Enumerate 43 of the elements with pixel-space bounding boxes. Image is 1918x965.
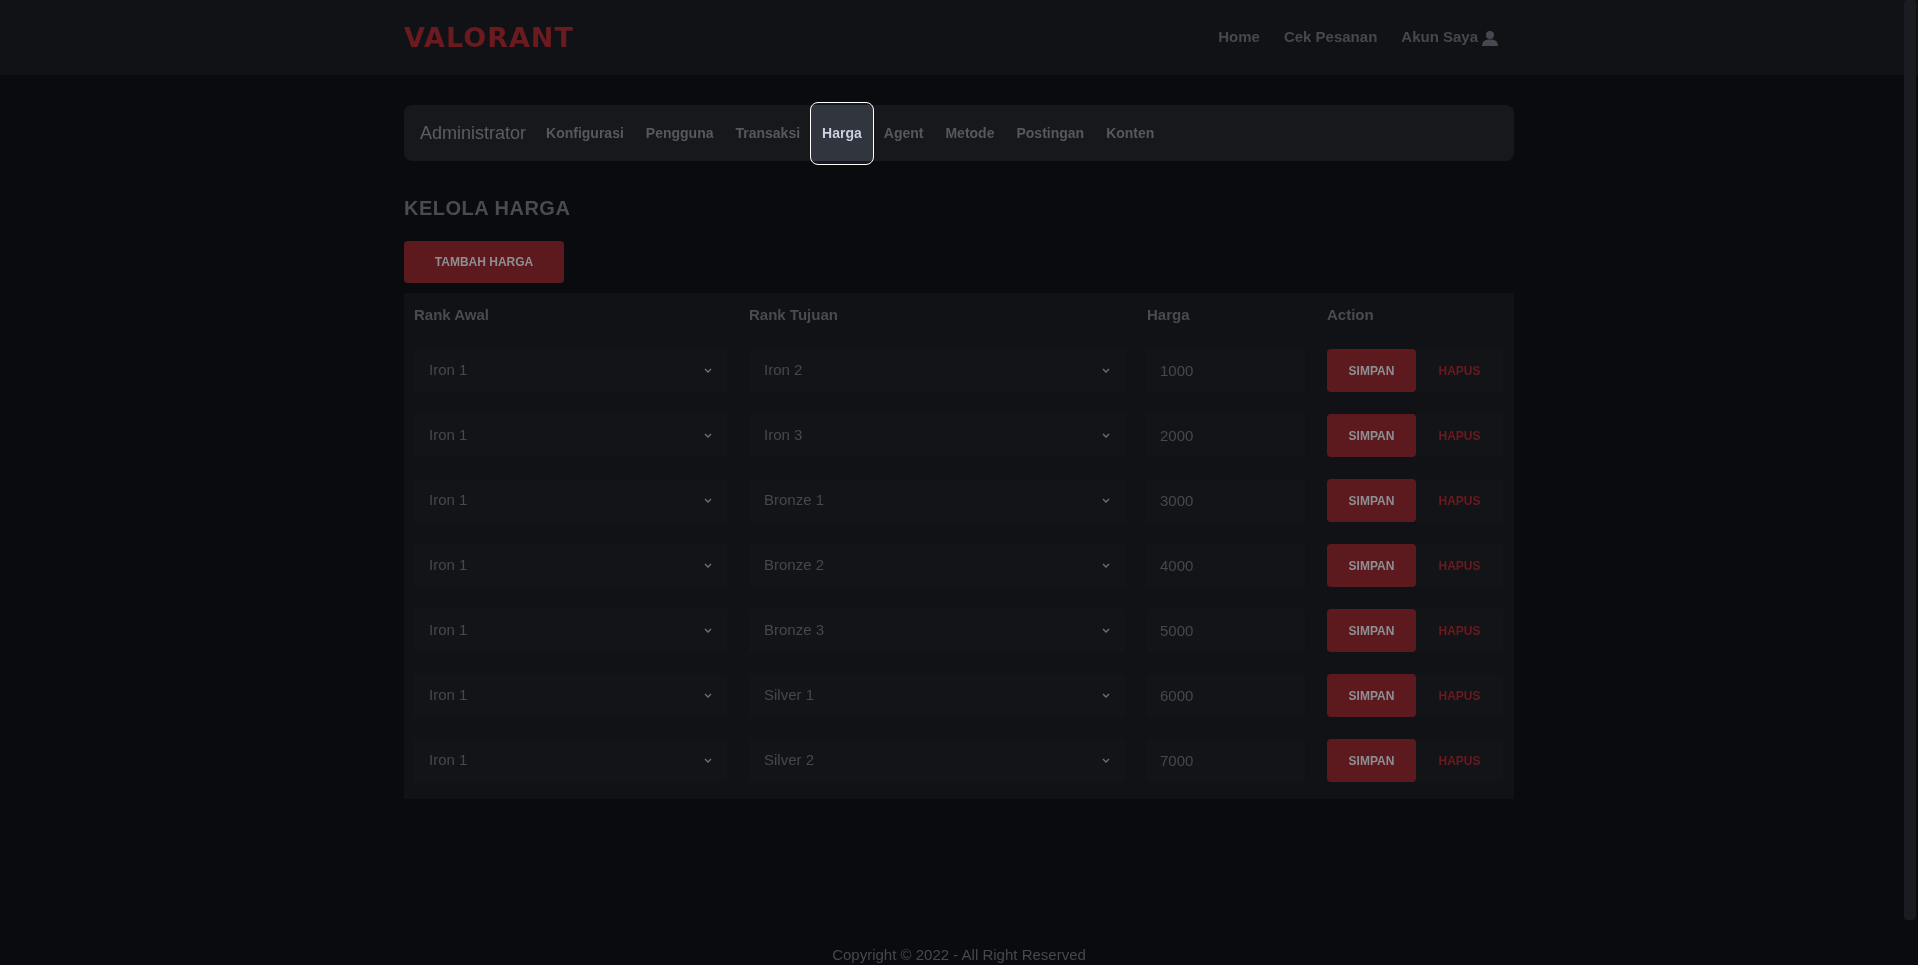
admin-tab[interactable]: Pengguna <box>645 124 714 141</box>
admin-tab[interactable]: Harga <box>822 124 862 141</box>
chevron-down-icon <box>1102 368 1110 373</box>
spotlight-frame <box>810 101 874 165</box>
admin-tab[interactable]: Agent <box>883 124 924 141</box>
nav-link[interactable]: Cek Pesanan <box>1283 26 1378 49</box>
admin-tab[interactable]: Transaksi <box>735 124 801 141</box>
chevron-down-icon <box>704 693 712 698</box>
chevron-down-icon <box>1102 758 1110 763</box>
admin-tab[interactable]: Konten <box>1106 124 1155 141</box>
page-heading: KELOLA HARGA <box>404 196 572 221</box>
copyright-text: Copyright © 2022 - All Right Reserved <box>832 946 1086 964</box>
chevron-down-icon <box>704 628 712 633</box>
save-button[interactable]: SIMPAN <box>1327 609 1416 652</box>
save-button[interactable]: SIMPAN <box>1327 674 1416 717</box>
chevron-down-icon <box>1102 433 1110 438</box>
chevron-down-icon <box>1102 628 1110 633</box>
chevron-down-icon <box>704 758 712 763</box>
admin-tab[interactable]: Postingan <box>1016 124 1085 141</box>
admin-title: Administrator <box>420 121 527 145</box>
nav-link[interactable]: Akun Saya <box>1401 26 1498 49</box>
admin-tab[interactable]: Konfigurasi <box>546 124 624 141</box>
column-header: Harga <box>1147 305 1191 326</box>
column-header: Rank Awal <box>414 305 491 326</box>
chevron-down-icon <box>704 498 712 503</box>
chevron-down-icon <box>704 433 712 438</box>
chevron-down-icon <box>1102 693 1110 698</box>
user-icon <box>1482 29 1498 46</box>
admin-tab[interactable]: Metode <box>945 124 995 141</box>
add-price-button[interactable]: TAMBAH HARGA <box>404 241 564 283</box>
column-header: Action <box>1327 305 1375 326</box>
save-button[interactable]: SIMPAN <box>1327 544 1416 587</box>
save-button[interactable]: SIMPAN <box>1327 349 1416 392</box>
chevron-down-icon <box>1102 563 1110 568</box>
nav-link[interactable]: Home <box>1218 26 1260 49</box>
chevron-down-icon <box>1102 498 1110 503</box>
chevron-down-icon <box>704 368 712 373</box>
chevron-down-icon <box>704 563 712 568</box>
save-button[interactable]: SIMPAN <box>1327 739 1416 782</box>
column-header: Rank Tujuan <box>749 305 839 326</box>
save-button[interactable]: SIMPAN <box>1327 479 1416 522</box>
logo[interactable]: VALORANT <box>404 24 574 51</box>
save-button[interactable]: SIMPAN <box>1327 414 1416 457</box>
